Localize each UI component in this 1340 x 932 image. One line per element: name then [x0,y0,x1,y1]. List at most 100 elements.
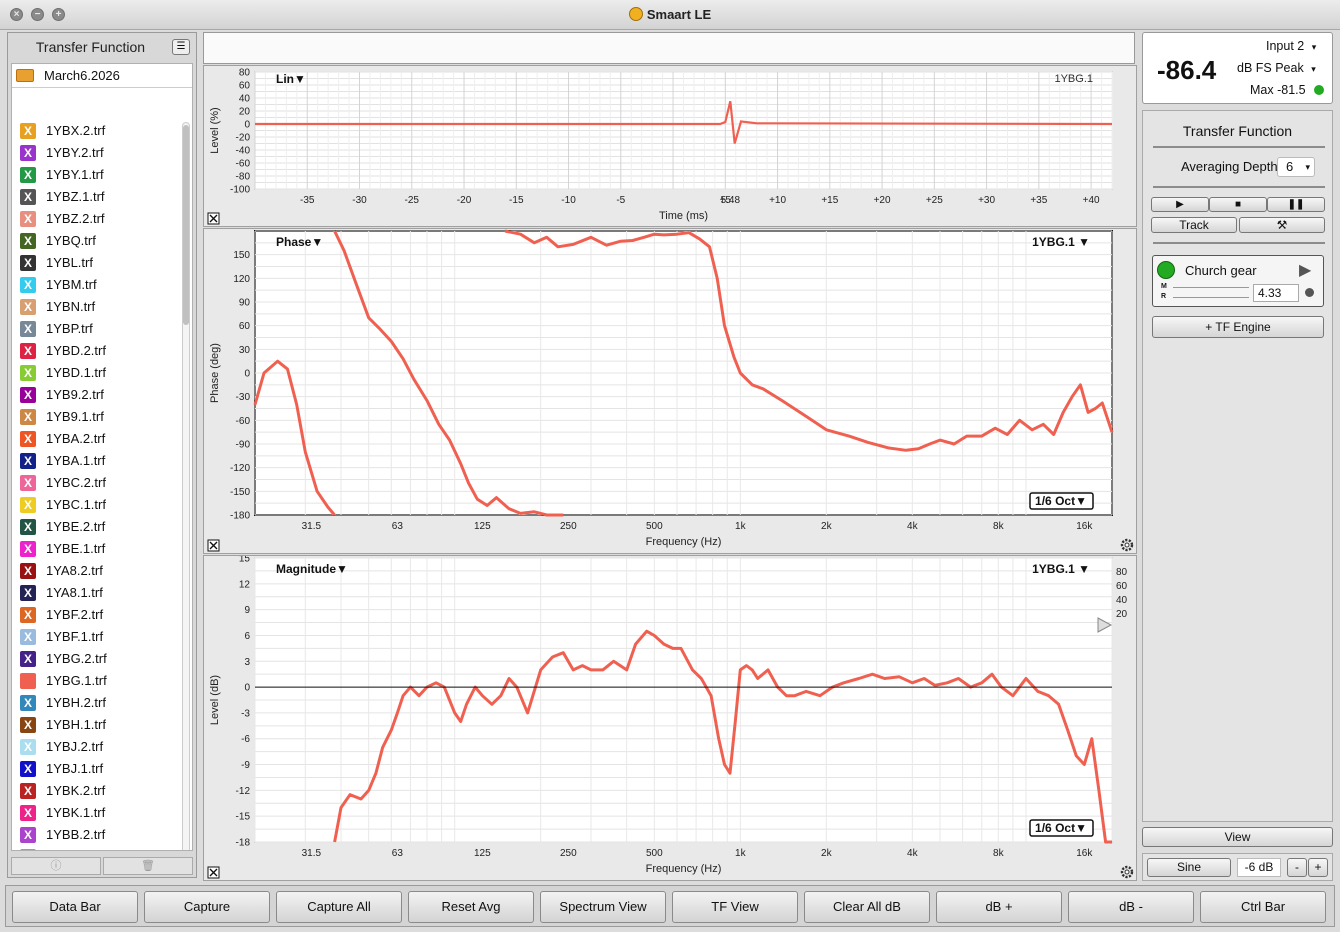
toolbar-button-capture-all[interactable]: Capture All [276,891,402,923]
file-icon[interactable]: X [20,783,36,799]
file-item[interactable]: X 1YBF.1.trf [12,626,182,648]
file-item[interactable]: 1YBG.1.trf [12,670,182,692]
level-decrease-button[interactable]: - [1287,858,1307,877]
file-icon[interactable]: X [20,277,36,293]
file-item[interactable]: X 1YBY.2.trf [12,142,182,164]
file-item[interactable]: X 1YBK.1.trf [12,802,182,824]
toolbar-button-ctrl-bar[interactable]: Ctrl Bar [1200,891,1326,923]
track-button[interactable]: Track [1151,217,1237,233]
file-item[interactable]: X 1YBD.2.trf [12,340,182,362]
view-button[interactable]: View [1142,827,1333,847]
magnitude-plot[interactable]: 15129630-3-6-9-12-15-1831.5 63 125 250 500 1k… [204,554,1138,882]
file-item[interactable]: X 1YBJ.2.trf [12,736,182,758]
phase-plot[interactable]: 150 120 90 60 30 0 -30 -60 -90 -120 -150 -180 31.5 63… [204,229,1138,555]
file-item[interactable]: X 1YBL.trf [12,252,182,274]
toolbar-button-capture[interactable]: Capture [144,891,270,923]
file-icon[interactable]: X [20,299,36,315]
file-item[interactable]: X 1YBA.2.trf [12,428,182,450]
file-item[interactable]: X 1YBC.2.trf [12,472,182,494]
file-icon[interactable]: X [20,805,36,821]
toolbar-button-clear-all-db[interactable]: Clear All dB [804,891,930,923]
file-icon[interactable]: X [20,695,36,711]
settings-tools-button[interactable]: ⚒ [1239,217,1325,233]
generator-level-field[interactable]: -6 dB [1237,858,1281,877]
file-icon[interactable]: X [20,211,36,227]
file-item[interactable]: X 1YBJ.1.trf [12,758,182,780]
file-icon[interactable]: X [20,629,36,645]
sine-button[interactable]: Sine [1147,858,1231,877]
file-icon[interactable]: X [20,343,36,359]
file-item[interactable]: X 1YBB.2.trf [12,824,182,846]
file-icon[interactable]: X [20,409,36,425]
file-icon[interactable]: X [20,563,36,579]
impulse-plot[interactable]: 80 60 40 20 0 -20 -40 -60 -80 -100 -35 -30 -25 -20 -15… [204,66,1138,228]
plot-type-dropdown[interactable]: Magnitude▼ [276,562,348,576]
engine-run-icon[interactable]: ▶ [1299,260,1311,280]
toolbar-button-db[interactable]: dB + [936,891,1062,923]
file-icon[interactable]: X [20,607,36,623]
file-item[interactable]: X 1YB9.1.trf [12,406,182,428]
file-item[interactable]: X 1YBB.1.trf [12,846,182,850]
info-icon[interactable]: ⓘ [11,857,101,875]
file-icon[interactable]: X [20,761,36,777]
file-item[interactable]: X 1YBA.1.trf [12,450,182,472]
file-item[interactable]: X 1YBE.1.trf [12,538,182,560]
pause-button[interactable]: ❚❚ [1267,197,1325,212]
file-list-scrollbar[interactable] [182,122,190,850]
file-icon[interactable]: X [20,849,36,850]
unit-select[interactable]: dB FS Peak ▾ [1237,61,1316,75]
file-icon[interactable]: X [20,255,36,271]
file-icon[interactable]: X [20,453,36,469]
delay-field[interactable]: 4.33 [1253,284,1299,302]
file-icon[interactable]: X [20,365,36,381]
file-item[interactable]: X 1YA8.2.trf [12,560,182,582]
file-icon[interactable]: X [20,233,36,249]
file-item[interactable]: X 1YA8.1.trf [12,582,182,604]
averaging-select[interactable]: 6 ▾ [1277,157,1315,177]
file-item[interactable]: X 1YBX.2.trf [12,120,182,142]
toolbar-button-spectrum-view[interactable]: Spectrum View [540,891,666,923]
engine-status-icon[interactable] [1157,261,1175,279]
file-icon[interactable] [20,673,36,689]
tf-engine-card[interactable]: Church gear ▶ M R 4.33 [1152,255,1324,307]
file-icon[interactable]: X [20,497,36,513]
time-scale-dropdown[interactable]: Lin▼ [276,72,306,86]
file-item[interactable]: X 1YB9.2.trf [12,384,182,406]
play-button[interactable]: ▶ [1151,197,1209,212]
file-icon[interactable]: X [20,585,36,601]
toolbar-button-reset-avg[interactable]: Reset Avg [408,891,534,923]
add-tf-engine-button[interactable]: + TF Engine [1152,316,1324,338]
delay-finder-icon[interactable] [1305,288,1314,297]
file-icon[interactable]: X [20,827,36,843]
file-icon[interactable]: X [20,145,36,161]
toolbar-button-data-bar[interactable]: Data Bar [12,891,138,923]
file-item[interactable]: X 1YBE.2.trf [12,516,182,538]
file-item[interactable]: X 1YBH.2.trf [12,692,182,714]
trace-select-dropdown[interactable]: 1YBG.1 ▼ [1032,235,1090,249]
file-item[interactable]: X 1YBM.trf [12,274,182,296]
file-item[interactable]: X 1YBZ.2.trf [12,208,182,230]
toolbar-button-db[interactable]: dB - [1068,891,1194,923]
file-item[interactable]: X 1YBK.2.trf [12,780,182,802]
file-item[interactable]: X 1YBN.trf [12,296,182,318]
file-icon[interactable]: X [20,651,36,667]
file-icon[interactable]: X [20,123,36,139]
stop-button[interactable]: ■ [1209,197,1267,212]
file-icon[interactable]: X [20,431,36,447]
file-icon[interactable]: X [20,475,36,491]
file-item[interactable]: X 1YBZ.1.trf [12,186,182,208]
data-bar-menu-icon[interactable]: ☰ [172,39,190,55]
file-icon[interactable]: X [20,541,36,557]
file-item[interactable]: X 1YBF.2.trf [12,604,182,626]
plot-type-dropdown[interactable]: Phase▼ [276,235,323,249]
file-item[interactable]: X 1YBH.1.trf [12,714,182,736]
file-item[interactable]: X 1YBY.1.trf [12,164,182,186]
level-increase-button[interactable]: + [1308,858,1328,877]
file-item[interactable]: X 1YBD.1.trf [12,362,182,384]
file-item[interactable]: X 1YBG.2.trf [12,648,182,670]
file-item[interactable]: X 1YBC.1.trf [12,494,182,516]
trace-select-dropdown[interactable]: 1YBG.1 ▼ [1032,562,1090,576]
input-select[interactable]: Input 2 ▾ [1266,39,1316,53]
file-icon[interactable]: X [20,189,36,205]
toolbar-button-tf-view[interactable]: TF View [672,891,798,923]
